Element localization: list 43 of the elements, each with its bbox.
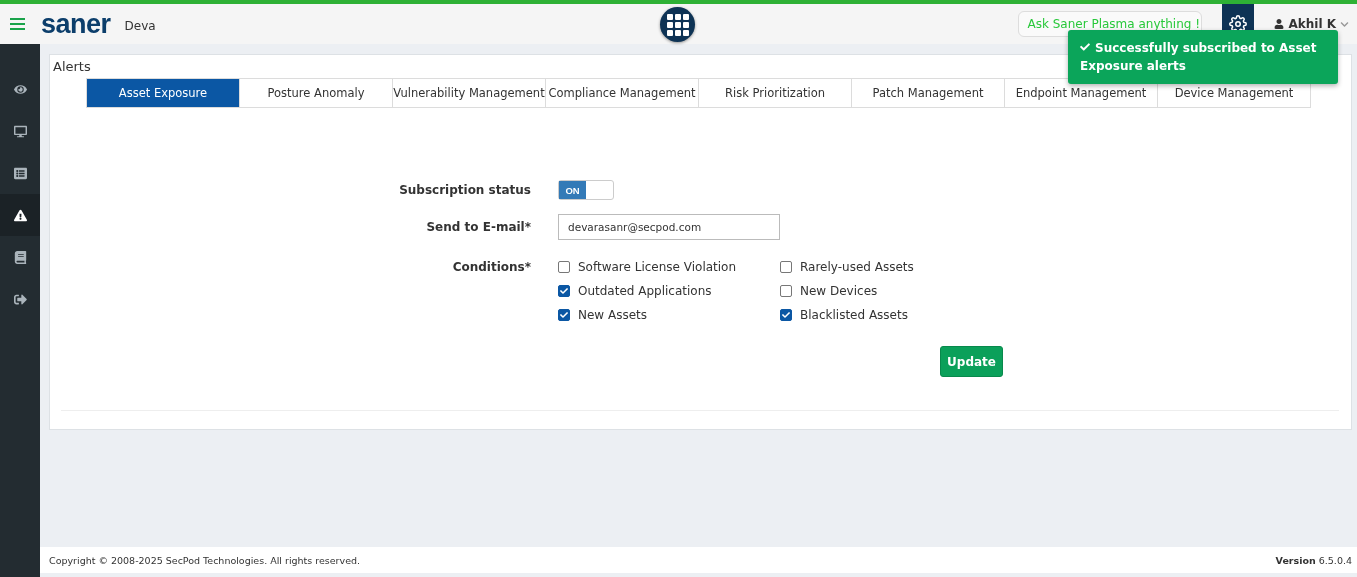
organization-name: Deva — [124, 19, 156, 33]
checkbox[interactable] — [558, 285, 570, 297]
field-label: Subscription status — [399, 183, 531, 197]
tab[interactable]: Risk Prioritization — [698, 78, 852, 108]
checkbox[interactable] — [780, 261, 792, 273]
checkbox[interactable] — [558, 309, 570, 321]
field-label: Conditions* — [452, 260, 531, 274]
list-icon — [13, 166, 27, 180]
subscription-toggle[interactable]: ON — [558, 180, 614, 200]
page-title: Alerts — [53, 59, 91, 74]
version-text: Version 6.5.0.4 — [1275, 554, 1352, 566]
eye-icon — [13, 82, 27, 96]
logo: saner — [41, 8, 111, 40]
check-icon — [1080, 42, 1090, 52]
user-icon — [1274, 19, 1285, 29]
exit-icon — [13, 292, 27, 306]
tab[interactable]: Compliance Management — [545, 78, 699, 108]
checkbox-label: New Devices — [800, 284, 878, 298]
tab[interactable]: Patch Management — [851, 78, 1005, 108]
tab[interactable]: Vulnerability Management — [392, 78, 546, 108]
warning-icon — [13, 208, 27, 222]
checkbox[interactable] — [558, 261, 570, 273]
warning-nav-button[interactable] — [0, 194, 40, 236]
checkbox-label: New Assets — [578, 308, 648, 322]
success-toast: Successfully subscribed to Asset Exposure alerts — [1068, 30, 1338, 84]
chevron-down-icon — [1340, 19, 1349, 29]
checkbox[interactable] — [780, 285, 792, 297]
settings-icon — [1229, 15, 1248, 33]
checkbox[interactable] — [780, 309, 792, 321]
user-menu[interactable]: Akhil K — [1274, 17, 1349, 31]
monitor-icon — [13, 124, 27, 138]
checkbox-label: Blacklisted Assets — [800, 308, 908, 322]
tab[interactable]: Asset Exposure — [86, 78, 240, 108]
checkbox-label: Rarely-used Assets — [800, 260, 914, 274]
email-field[interactable]: devarasanr@secpod.com — [558, 214, 780, 240]
tab[interactable]: Posture Anomaly — [239, 78, 393, 108]
menu-button[interactable] — [10, 18, 25, 30]
apps-grid-button[interactable] — [660, 7, 695, 42]
copyright-text: Copyright © 2008-2025 SecPod Technologies. All rights reserved. — [49, 554, 361, 566]
field-label: Send to E-mail* — [426, 220, 531, 234]
checkbox-label: Outdated Applications — [578, 284, 712, 298]
book-icon — [13, 250, 27, 264]
checkbox-label: Software License Violation — [578, 260, 737, 274]
